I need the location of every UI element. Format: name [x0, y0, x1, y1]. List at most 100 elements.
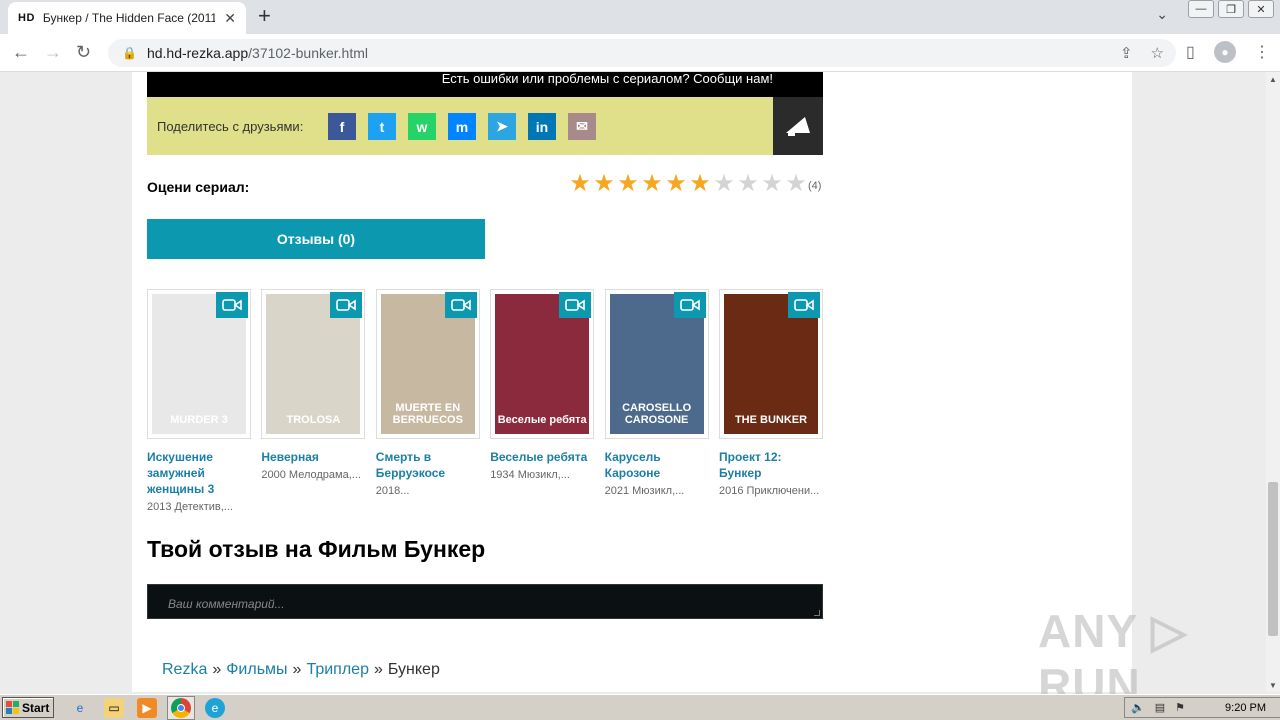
comment-box[interactable]: [147, 584, 823, 619]
reviews-button[interactable]: Отзывы (0): [147, 219, 485, 259]
chrome-icon[interactable]: [171, 698, 191, 718]
volume-icon[interactable]: 🔈: [1131, 701, 1145, 714]
rating-star-icon[interactable]: ★: [592, 172, 616, 196]
movie-poster[interactable]: THE BUNKER: [719, 289, 823, 439]
address-bar[interactable]: 🔒 hd.hd-rezka.app /37102-bunker.html ⇪ ☆: [108, 39, 1176, 67]
breadcrumb-link[interactable]: Rezka: [162, 661, 207, 678]
minimize-icon[interactable]: —: [1188, 0, 1214, 18]
network-icon[interactable]: ▤: [1155, 701, 1165, 714]
resize-grip-icon[interactable]: [814, 610, 820, 616]
movie-poster[interactable]: CAROSELLO CAROSONE: [604, 289, 709, 439]
menu-kebab-icon[interactable]: ⋮: [1254, 42, 1270, 62]
rate-label: Оцени сериал:: [147, 179, 250, 195]
related-movies: MURDER 3 Искушение замужней женщины 3 2013…: [147, 289, 823, 519]
breadcrumb-link[interactable]: Триплер: [306, 661, 369, 678]
side-panel-icon[interactable]: ▯: [1186, 42, 1195, 62]
media-player-icon[interactable]: ▶: [137, 698, 157, 718]
rating-stars: ★ ★ ★ ★ ★ ★ ★ ★ ★ ★: [568, 172, 808, 196]
rating-star-icon[interactable]: ★: [784, 172, 808, 196]
windows-flag-icon: [6, 701, 19, 714]
tab-search-chevron-icon[interactable]: ⌄: [1156, 6, 1168, 23]
movie-title-link[interactable]: Карусель Карозоне: [605, 449, 709, 481]
share-label: Поделитесь с друзьями:: [157, 119, 304, 134]
email-share-icon[interactable]: ✉: [568, 113, 596, 140]
url-host: hd.hd-rezka.app: [146, 45, 249, 61]
movie-poster[interactable]: MUERTE EN BERRUECOS: [375, 289, 480, 439]
video-camera-icon: [330, 292, 363, 318]
edge-icon[interactable]: e: [205, 698, 225, 718]
rating-star-icon[interactable]: ★: [640, 172, 664, 196]
movie-poster[interactable]: TROLOSA: [261, 289, 366, 439]
bookmark-star-icon[interactable]: ☆: [1151, 44, 1164, 62]
url-path: /37102-bunker.html: [248, 45, 368, 61]
related-movie-card[interactable]: TROLOSA Неверная 2000 Мелодрама,...: [261, 289, 366, 481]
scroll-up-icon[interactable]: ▲: [1269, 75, 1277, 84]
close-window-icon[interactable]: ✕: [1248, 0, 1274, 18]
rating-star-icon[interactable]: ★: [664, 172, 688, 196]
video-camera-icon: [444, 292, 477, 318]
rating-star-icon[interactable]: ★: [568, 172, 592, 196]
breadcrumb: Rezka» Фильмы» Триплер» Бункер: [162, 661, 440, 679]
browser-tab[interactable]: HD Бункер / The Hidden Face (2011) - С ✕: [8, 2, 246, 34]
breadcrumb-link[interactable]: Фильмы: [226, 661, 287, 678]
movie-title-link[interactable]: Искушение замужней женщины 3: [147, 449, 251, 497]
movie-poster[interactable]: MURDER 3: [147, 289, 251, 439]
lock-icon[interactable]: 🔒: [122, 46, 137, 60]
breadcrumb-separator: »: [373, 661, 383, 678]
new-tab-icon[interactable]: +: [258, 5, 271, 27]
rating-star-icon[interactable]: ★: [760, 172, 784, 196]
related-movie-card[interactable]: Веселые ребята Веселые ребята 1934 Мюзикл,…: [490, 289, 595, 481]
close-tab-icon[interactable]: ✕: [224, 10, 236, 27]
back-icon[interactable]: ←: [12, 42, 30, 63]
telegram-share-icon[interactable]: ➤: [488, 113, 516, 140]
report-problem-bar[interactable]: Есть ошибки или проблемы с сериалом? Соо…: [147, 72, 823, 97]
reload-icon[interactable]: ↻: [76, 42, 91, 63]
file-explorer-icon[interactable]: ▭: [104, 698, 124, 718]
whatsapp-share-icon[interactable]: w: [408, 113, 436, 140]
video-camera-icon: [673, 292, 706, 318]
forward-icon[interactable]: →: [44, 42, 62, 63]
megaphone-icon[interactable]: [773, 97, 823, 155]
rating-star-icon[interactable]: ★: [712, 172, 736, 196]
movie-title-link[interactable]: Смерть в Берруэкосе: [376, 449, 480, 481]
start-button[interactable]: Start: [2, 697, 54, 718]
clock: 9:20 PM: [1225, 701, 1266, 714]
share-page-icon[interactable]: ⇪: [1120, 44, 1133, 62]
movie-title-link[interactable]: Неверная: [261, 449, 365, 465]
reviews-button-label: Отзывы (0): [276, 231, 356, 247]
related-movie-card[interactable]: THE BUNKER Проект 12: Бункер 2016 Приключе…: [719, 289, 823, 497]
video-camera-icon: [216, 292, 248, 318]
movie-poster[interactable]: Веселые ребята: [490, 289, 595, 439]
site-favicon: HD: [18, 12, 35, 24]
twitter-share-icon[interactable]: t: [368, 113, 396, 140]
rating-star-icon[interactable]: ★: [688, 172, 712, 196]
page-viewport: Есть ошибки или проблемы с сериалом? Соо…: [0, 72, 1266, 692]
internet-explorer-icon[interactable]: e: [70, 698, 90, 718]
restore-icon[interactable]: ❐: [1218, 0, 1244, 18]
movie-title-link[interactable]: Проект 12: Бункер: [719, 449, 823, 481]
related-movie-card[interactable]: MURDER 3 Искушение замужней женщины 3 2013…: [147, 289, 251, 513]
share-bar: Поделитесь с друзьями: f t w m ➤ in ✉: [147, 97, 823, 155]
messenger-share-icon[interactable]: m: [448, 113, 476, 140]
rating-star-icon[interactable]: ★: [736, 172, 760, 196]
movie-meta: 2021 Мюзикл,...: [604, 485, 685, 497]
linkedin-share-icon[interactable]: in: [528, 113, 556, 140]
start-label: Start: [22, 700, 50, 715]
related-movie-card[interactable]: MUERTE EN BERRUECOS Смерть в Берруэкосе 20…: [375, 289, 480, 497]
video-camera-icon: [559, 292, 592, 318]
report-problem-text: Есть ошибки или проблемы с сериалом? Соо…: [441, 72, 773, 86]
page-scrollbar[interactable]: ▲ ▼: [1266, 72, 1280, 692]
system-tray: 🔈 ▤ ⚑ 9:20 PM: [1124, 697, 1280, 718]
video-camera-icon: [788, 292, 820, 318]
profile-avatar-icon[interactable]: ●: [1214, 41, 1236, 63]
action-center-flag-icon[interactable]: ⚑: [1175, 701, 1185, 714]
facebook-share-icon[interactable]: f: [328, 113, 356, 140]
share-buttons: f t w m ➤ in ✉: [328, 113, 596, 140]
comment-input[interactable]: [168, 597, 802, 611]
related-movie-card[interactable]: CAROSELLO CAROSONE Карусель Карозоне 2021 …: [604, 289, 709, 497]
breadcrumb-separator: »: [212, 661, 222, 678]
rating-star-icon[interactable]: ★: [616, 172, 640, 196]
movie-title-link[interactable]: Веселые ребята: [490, 449, 594, 465]
movie-meta: 2018...: [375, 485, 410, 497]
breadcrumb-separator: »: [292, 661, 302, 678]
